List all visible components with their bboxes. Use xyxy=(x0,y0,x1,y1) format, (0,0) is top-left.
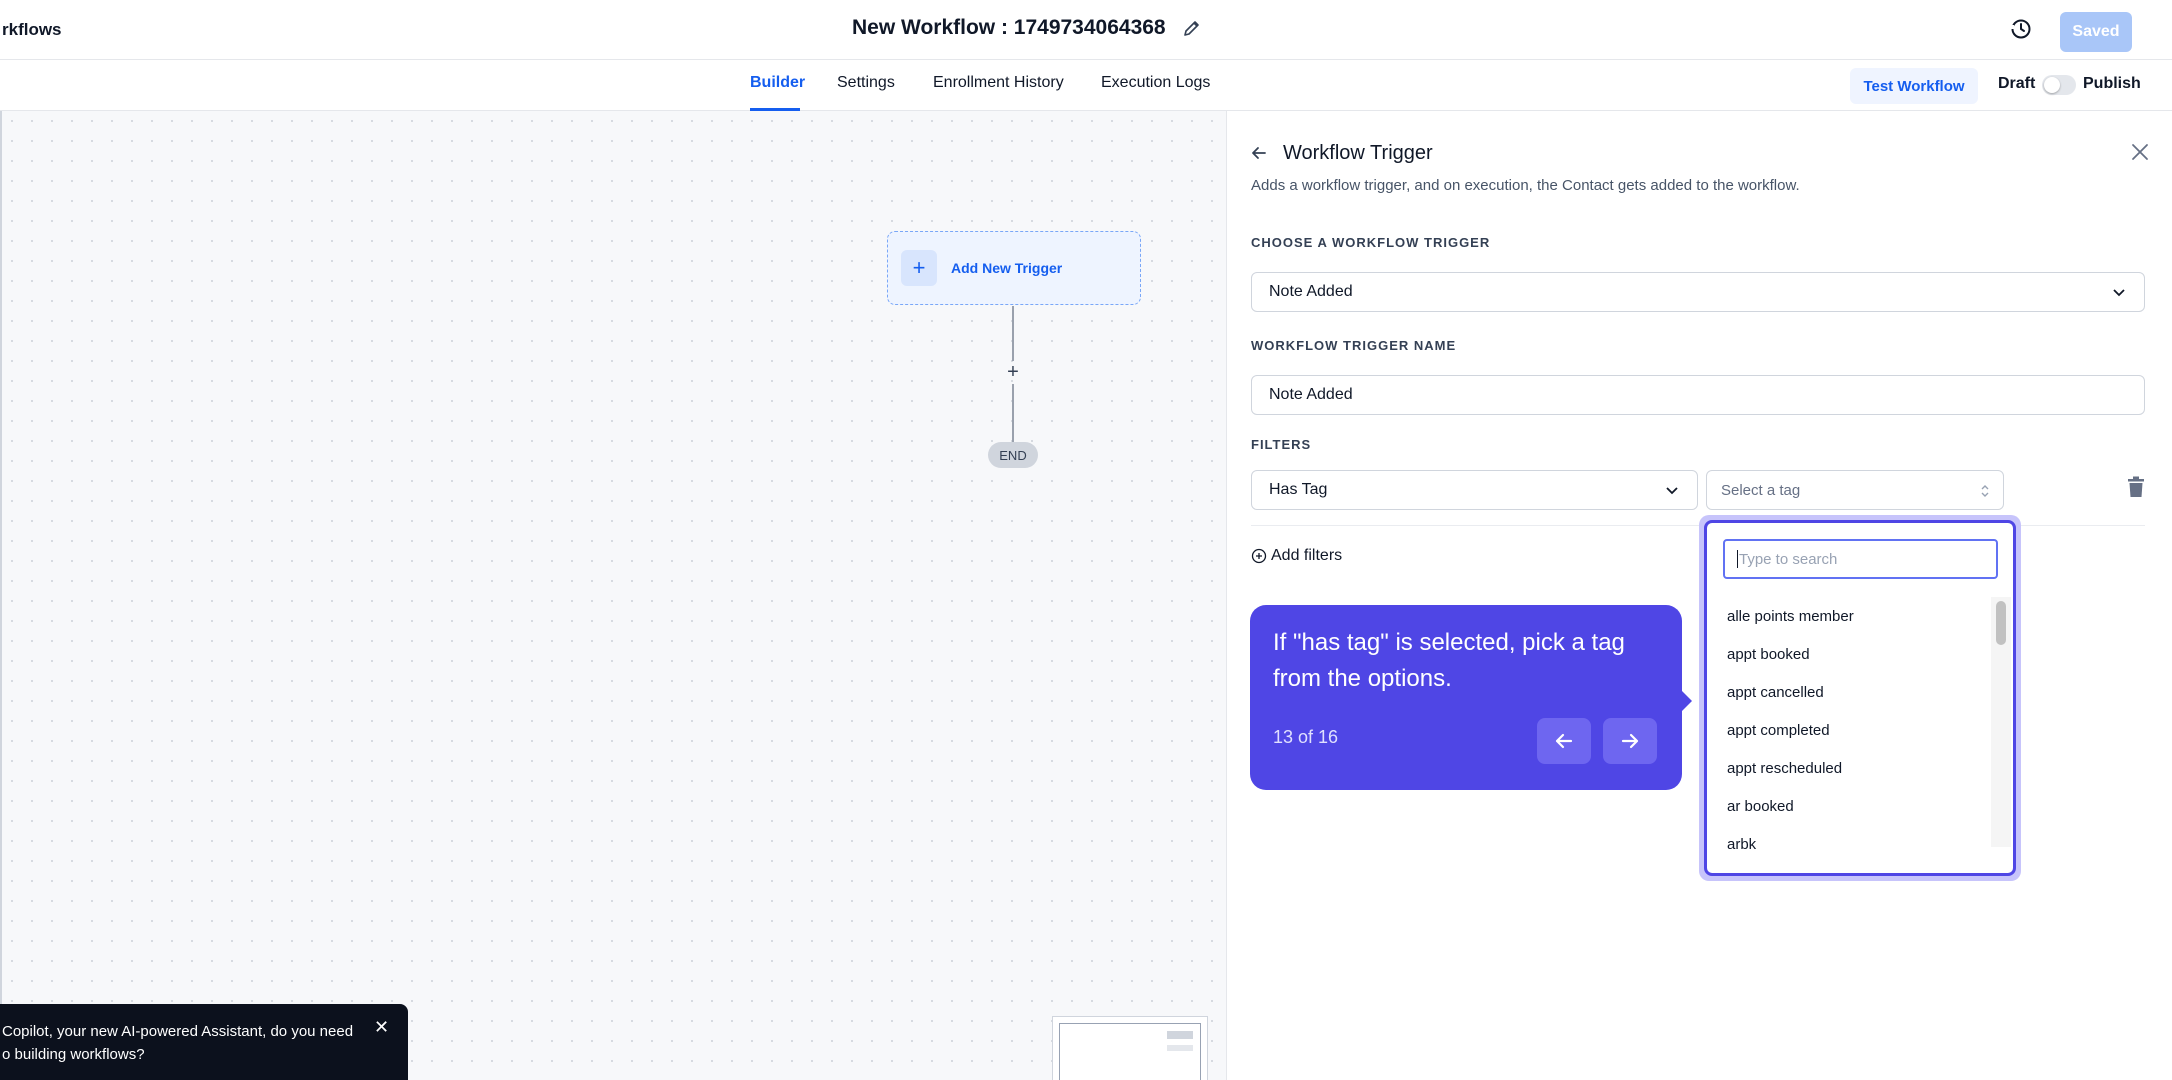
arrow-left-icon[interactable] xyxy=(1249,143,1269,163)
choose-trigger-label: CHOOSE A WORKFLOW TRIGGER xyxy=(1251,235,1491,250)
top-bar: rkflows New Workflow : 1749734064368 Sav… xyxy=(0,0,2172,60)
tour-message: If "has tag" is selected, pick a tag fro… xyxy=(1273,629,1625,692)
copilot-message-line: o building workflows? xyxy=(2,1046,145,1063)
add-filters-label: Add filters xyxy=(1271,547,1343,564)
pencil-icon[interactable] xyxy=(1182,18,1202,38)
saved-button[interactable]: Saved xyxy=(2060,12,2132,52)
connector-line xyxy=(1012,306,1014,361)
workflow-title: New Workflow : 1749734064368 xyxy=(852,16,1202,40)
minimap-block xyxy=(1167,1045,1193,1051)
trigger-name-label: WORKFLOW TRIGGER NAME xyxy=(1251,338,1457,353)
test-workflow-button[interactable]: Test Workflow xyxy=(1850,68,1978,104)
add-new-trigger-node[interactable]: + Add New Trigger xyxy=(887,231,1141,305)
trigger-type-value: Note Added xyxy=(1269,283,1353,300)
tab-enrollment-history[interactable]: Enrollment History xyxy=(933,74,1064,92)
tag-search-placeholder: Type to search xyxy=(1739,550,1838,568)
tab-settings[interactable]: Settings xyxy=(837,74,895,92)
arrow-left-icon xyxy=(1555,733,1573,749)
chevron-down-icon xyxy=(2113,289,2125,297)
trigger-name-value: Note Added xyxy=(1269,386,1353,403)
close-icon[interactable] xyxy=(2129,141,2151,163)
back-to-workflows-link[interactable]: rkflows xyxy=(2,20,62,40)
draft-label: Draft xyxy=(1998,75,2036,92)
tag-option[interactable]: alle points member xyxy=(1707,597,1991,635)
tag-option[interactable]: arbk xyxy=(1707,825,1991,863)
tour-previous-button[interactable] xyxy=(1537,718,1591,764)
tab-bar: Builder Settings Enrollment History Exec… xyxy=(0,60,2172,111)
canvas-minimap[interactable] xyxy=(1052,1016,1208,1080)
tab-execution-logs[interactable]: Execution Logs xyxy=(1101,74,1210,92)
tag-search-input[interactable]: Type to search xyxy=(1723,539,1998,579)
tag-option[interactable]: ar booked xyxy=(1707,787,1991,825)
tag-option[interactable]: appt completed xyxy=(1707,711,1991,749)
tag-dropdown: Type to search alle points member appt b… xyxy=(1704,520,2016,876)
history-icon[interactable] xyxy=(2008,16,2034,42)
filter-type-value: Has Tag xyxy=(1269,481,1328,498)
copilot-message-line: Copilot, your new AI-powered Assistant, … xyxy=(2,1023,354,1040)
tag-options-list: alle points member appt booked appt canc… xyxy=(1707,597,1991,873)
trash-icon[interactable] xyxy=(2127,476,2145,498)
panel-title: Workflow Trigger xyxy=(1283,142,1433,164)
filter-type-select[interactable]: Has Tag xyxy=(1251,470,1698,510)
arrow-right-icon xyxy=(1621,733,1639,749)
trigger-type-select[interactable]: Note Added xyxy=(1251,272,2145,312)
publish-toggle[interactable] xyxy=(2042,75,2076,95)
plus-circle-icon xyxy=(1251,548,1267,564)
plus-icon: + xyxy=(901,250,937,286)
add-step-plus-icon[interactable]: + xyxy=(1002,361,1024,383)
filters-label: FILTERS xyxy=(1251,437,1312,452)
workflow-title-text: New Workflow : 1749734064368 xyxy=(852,16,1166,39)
connector-line xyxy=(1012,384,1014,442)
tag-option[interactable]: appt rescheduled xyxy=(1707,749,1991,787)
scrollbar-thumb[interactable] xyxy=(1996,601,2006,645)
publish-label: Publish xyxy=(2083,75,2141,92)
tag-select[interactable]: Select a tag xyxy=(1706,470,2004,510)
trigger-node-label: Add New Trigger xyxy=(951,260,1063,276)
trigger-name-input[interactable]: Note Added xyxy=(1251,375,2145,415)
copilot-toast: Copilot, your new AI-powered Assistant, … xyxy=(0,1004,408,1080)
dropdown-scrollbar[interactable] xyxy=(1991,597,2011,847)
tour-progress: 13 of 16 xyxy=(1273,727,1339,747)
close-icon[interactable]: ✕ xyxy=(374,1016,389,1039)
text-caret xyxy=(1737,550,1738,568)
end-node: END xyxy=(988,442,1038,468)
tab-builder[interactable]: Builder xyxy=(750,74,805,92)
add-filters-button[interactable]: Add filters xyxy=(1251,547,1342,565)
panel-description: Adds a workflow trigger, and on executio… xyxy=(1251,177,1800,194)
tour-tooltip: If "has tag" is selected, pick a tag fro… xyxy=(1250,605,1692,790)
tag-option[interactable]: appt booked xyxy=(1707,635,1991,673)
tag-select-placeholder: Select a tag xyxy=(1721,481,1801,499)
minimap-block xyxy=(1167,1031,1193,1039)
tour-next-button[interactable] xyxy=(1603,718,1657,764)
tag-option[interactable]: appt cancelled xyxy=(1707,673,1991,711)
chevron-up-down-icon xyxy=(1981,485,1989,497)
chevron-down-icon xyxy=(1666,487,1678,495)
